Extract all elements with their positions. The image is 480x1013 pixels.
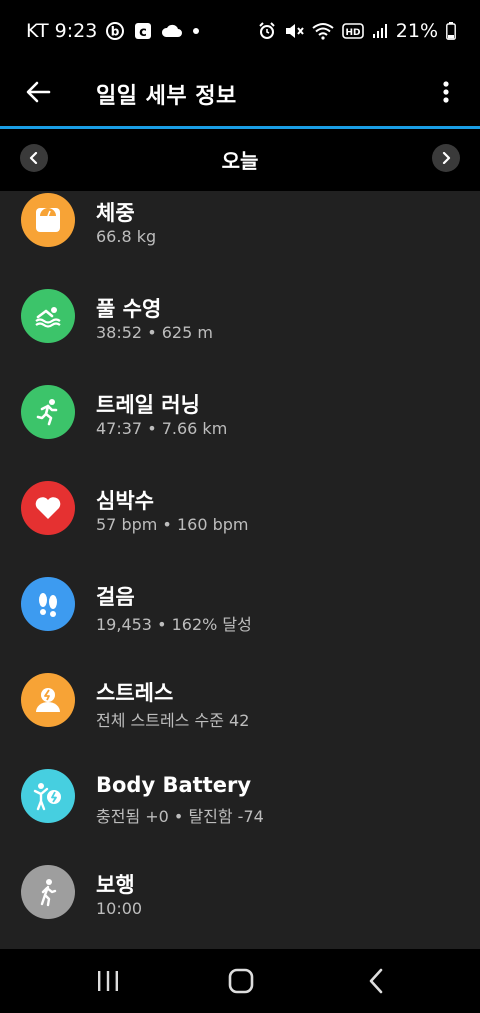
date-navigator: 오늘 [0, 129, 480, 191]
list-item-subtitle: 10:00 [96, 899, 143, 918]
list-item-pool-swim[interactable]: 풀 수영 38:52 • 625 m [0, 287, 480, 383]
heart-icon [21, 481, 75, 535]
list-item-walk[interactable]: 보행 10:00 [0, 863, 480, 949]
list-item-steps[interactable]: 걸음 19,453 • 162% 달성 [0, 575, 480, 671]
hd-icon: HD [341, 23, 364, 39]
stress-icon [21, 673, 75, 727]
arrow-left-icon [26, 81, 51, 103]
recent-apps-button[interactable] [88, 965, 128, 997]
list-item-title: 트레일 러닝 [96, 393, 200, 417]
recents-icon [98, 971, 118, 991]
list-item-heart-rate[interactable]: 심박수 57 bpm • 160 bpm [0, 479, 480, 575]
list-item-title: 풀 수영 [96, 297, 162, 321]
list-item-subtitle: 57 bpm • 160 bpm [96, 515, 249, 534]
back-button[interactable] [20, 74, 56, 110]
footsteps-icon [21, 577, 75, 631]
list-item-subtitle: 19,453 • 162% 달성 [96, 615, 252, 634]
chevron-right-icon [442, 152, 451, 164]
list-item-subtitle: 47:37 • 7.66 km [96, 419, 228, 438]
app-bar: 일일 세부 정보 [0, 62, 480, 126]
list-item-subtitle: 66.8 kg [96, 227, 157, 246]
alarm-icon [258, 22, 276, 40]
list-item-title: 체중 [96, 201, 135, 225]
signal-icon [372, 23, 388, 39]
list-item-title: 걸음 [96, 585, 135, 609]
more-vert-icon [443, 81, 449, 103]
home-icon [228, 968, 254, 994]
list-item-subtitle: 전체 스트레스 수준 42 [96, 711, 250, 730]
list-item-title: Body Battery [96, 773, 252, 797]
system-navigation-bar [0, 949, 480, 1013]
daily-details-list: 체중 66.8 kg 풀 수영 38:52 • 625 m 트레일 러닝 47:… [0, 191, 480, 949]
cloud-icon [161, 23, 183, 39]
carrier-time: KT 9:23 [26, 20, 98, 42]
list-item-trail-run[interactable]: 트레일 러닝 47:37 • 7.66 km [0, 383, 480, 479]
run-icon [21, 385, 75, 439]
list-item-title: 심박수 [96, 489, 154, 513]
mute-icon [284, 22, 304, 40]
list-item-body-battery[interactable]: Body Battery 충전됨 +0 • 탈진함 -74 [0, 767, 480, 863]
battery-icon [446, 22, 456, 40]
chevron-left-icon [369, 968, 383, 994]
dot-icon [191, 26, 201, 36]
list-item-title: 보행 [96, 873, 135, 897]
list-item-subtitle: 충전됨 +0 • 탈진함 -74 [96, 807, 264, 826]
list-item-title: 스트레스 [96, 681, 174, 705]
svg-text:b: b [111, 25, 120, 39]
c-square-icon: c [133, 21, 153, 41]
more-options-button[interactable] [428, 74, 464, 110]
svg-text:HD: HD [345, 28, 360, 38]
list-item-subtitle: 38:52 • 625 m [96, 323, 213, 342]
svg-text:c: c [139, 25, 147, 40]
list-item-weight[interactable]: 체중 66.8 kg [0, 191, 480, 287]
swim-icon [21, 289, 75, 343]
wifi-icon [312, 22, 334, 40]
walk-icon [21, 865, 75, 919]
system-back-button[interactable] [356, 965, 396, 997]
date-label: 오늘 [221, 149, 259, 173]
home-button[interactable] [221, 965, 261, 997]
scale-icon [21, 193, 75, 247]
list-item-stress[interactable]: 스트레스 전체 스트레스 수준 42 [0, 671, 480, 767]
page-title: 일일 세부 정보 [96, 84, 237, 109]
next-day-button[interactable] [432, 144, 460, 172]
b-circle-icon: b [105, 21, 125, 41]
battery-percent: 21% [395, 20, 438, 42]
body-battery-icon [21, 769, 75, 823]
status-bar: KT 9:23 b c HD 21% [0, 0, 480, 62]
